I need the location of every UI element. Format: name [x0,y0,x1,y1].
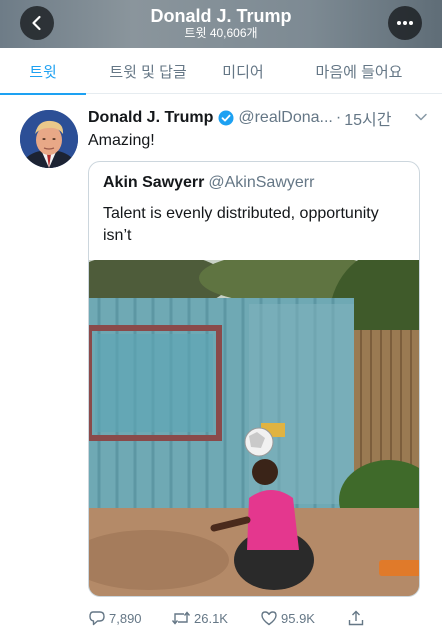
video-frame-image [89,250,419,596]
separator-dot: · [335,109,342,126]
quoted-author-handle: @AkinSawyerr [208,174,315,191]
tweet-author-name[interactable]: Donald J. Trump [88,109,213,127]
quoted-tweet-text: Talent is evenly distributed, opportunit… [103,205,379,244]
reply-count: 7,890 [109,610,142,626]
ellipsis-icon [397,21,413,25]
like-count: 95.9K [281,610,315,626]
profile-header: Donald J. Trump 트윗 40,606개 [0,0,442,48]
avatar-image [20,110,78,168]
tweet-timestamp[interactable]: 15시간 [344,106,391,130]
tab-tweets-and-replies[interactable]: 트윗 및 답글 [86,48,210,94]
verified-badge-icon [218,110,234,126]
quoted-author-name: Akin Sawyerr [103,174,205,191]
quoted-tweet-card[interactable]: Akin Sawyerr @AkinSawyerr Talent is evenl… [88,161,420,597]
heart-icon [261,611,277,626]
tweet-author-handle[interactable]: @realDona... [238,109,333,127]
tweet-actions: 7,890 26.1K 95.9K [88,605,428,633]
reply-button[interactable]: 7,890 [88,609,142,627]
tweet-count: 트윗 40,606개 [184,26,258,40]
tweet-header: Donald J. Trump @realDona... · 15시간 [88,106,428,130]
tweet-menu-chevron-down-icon[interactable] [414,110,428,129]
tweet-text: Amazing! [88,132,155,149]
retweet-count: 26.1K [194,610,228,626]
tab-media[interactable]: 미디어 [210,48,276,94]
like-button[interactable]: 95.9K [260,609,315,627]
tab-likes[interactable]: 마음에 들어요 [276,48,442,94]
share-button[interactable] [347,609,368,627]
share-icon [348,610,364,626]
tab-tweets[interactable]: 트윗 [0,48,86,95]
more-button[interactable] [388,6,422,40]
reply-icon [89,611,105,626]
retweet-button[interactable]: 26.1K [171,609,228,627]
profile-tabs: 트윗 트윗 및 답글 미디어 마음에 들어요 [0,48,442,95]
quoted-video-thumbnail[interactable] [89,250,419,596]
retweet-icon [171,611,191,625]
avatar[interactable] [20,110,78,168]
profile-name-title: Donald J. Trump [150,6,292,26]
quoted-tweet-header: Akin Sawyerr @AkinSawyerr [103,174,314,192]
